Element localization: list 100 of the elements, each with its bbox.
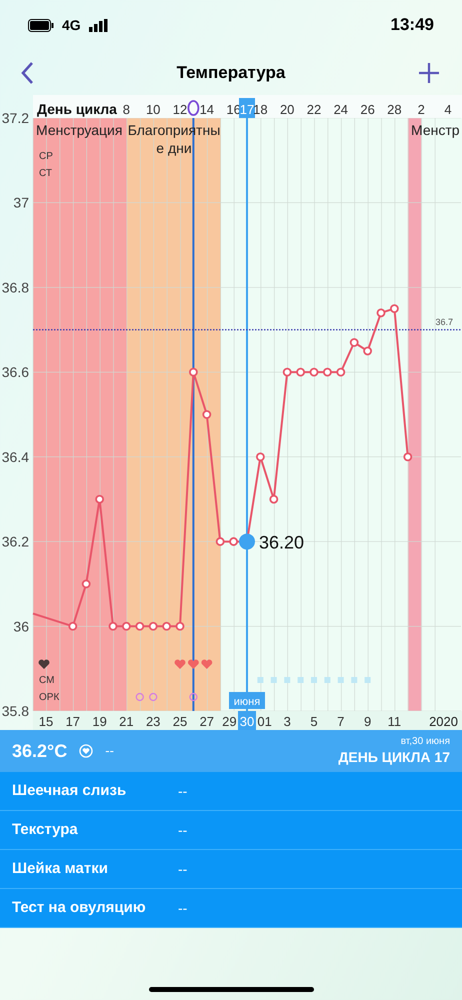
temperature-point xyxy=(350,338,359,347)
selected-reading: 36.20 xyxy=(259,532,304,553)
date-label: 29 xyxy=(222,714,237,729)
y-tick-label: 36 xyxy=(13,618,29,634)
detail-row[interactable]: Шейка матки -- xyxy=(0,850,462,889)
date-label: 5 xyxy=(310,714,318,729)
y-tick-label: 37.2 xyxy=(2,110,29,126)
temperature-point xyxy=(376,308,386,318)
detail-row[interactable]: Текстура -- xyxy=(0,811,462,850)
note-value: -- xyxy=(105,742,114,760)
date-label: 3 xyxy=(284,714,291,729)
signal-icon xyxy=(88,18,109,32)
temperature-point xyxy=(323,368,332,377)
temperature-point xyxy=(216,537,225,546)
cycle-day-label: 2 xyxy=(418,102,425,117)
temperature-point xyxy=(282,368,292,377)
heart-icon xyxy=(38,660,50,669)
axis-title: День цикла xyxy=(37,101,117,117)
date-label: 7 xyxy=(337,714,344,729)
battery-icon xyxy=(28,18,54,32)
temperature-point xyxy=(336,368,346,377)
temperature-point xyxy=(269,494,278,504)
temperature-point xyxy=(390,304,399,313)
row-title: Шейка матки xyxy=(12,858,109,879)
mucus-icon xyxy=(351,677,358,683)
band-label: Менструация xyxy=(36,122,122,138)
cycle-day-label: 8 xyxy=(122,102,130,117)
date-label: 11 xyxy=(388,714,402,729)
temperature-point xyxy=(296,368,305,377)
cycle-day-label: 4 xyxy=(444,102,452,117)
y-tick-label: 35.8 xyxy=(2,703,29,719)
cycle-day-label: 12 xyxy=(172,102,188,117)
mucus-icon xyxy=(298,677,304,683)
temperature-point xyxy=(189,368,198,377)
temperature-point xyxy=(403,452,412,462)
cycle-day-label: 17 xyxy=(240,102,254,117)
date-label: 30 xyxy=(240,714,254,729)
date-label: 01 xyxy=(257,714,272,729)
date-text: вт,30 июня xyxy=(400,736,450,748)
cycle-day-label: 22 xyxy=(306,102,322,117)
date-label: 23 xyxy=(146,714,160,729)
cycle-day-label: 26 xyxy=(360,102,375,117)
clock: 13:49 xyxy=(390,14,434,36)
temperature-point xyxy=(95,494,104,504)
detail-row[interactable]: Шеечная слизь -- xyxy=(0,772,462,811)
cycle-day-label: 10 xyxy=(146,102,160,117)
y-tick-label: 36.2 xyxy=(2,534,29,550)
temperature-point xyxy=(310,368,318,377)
temperature-point xyxy=(82,580,91,588)
cycle-day-label: 28 xyxy=(387,102,402,117)
row-label: СТ xyxy=(39,168,52,179)
plus-icon xyxy=(418,62,440,84)
cycle-day-label: 24 xyxy=(334,102,348,117)
temperature-point xyxy=(108,622,118,631)
selected-point xyxy=(239,534,255,550)
heart-icon xyxy=(188,660,199,669)
band-label: Менстр xyxy=(411,122,460,138)
y-tick-label: 36.4 xyxy=(2,448,29,465)
date-label: 19 xyxy=(92,714,107,729)
temperature-point xyxy=(68,622,78,631)
temperature-point xyxy=(135,622,144,631)
coverline-label: 36.7 xyxy=(435,316,453,327)
heart-icon xyxy=(174,660,186,669)
y-tick-label: 37 xyxy=(13,194,29,211)
date-label: 9 xyxy=(364,714,372,729)
mucus-icon xyxy=(311,677,317,683)
temperature-point xyxy=(176,622,184,631)
row-title: Текстура xyxy=(12,820,79,840)
row-title: Шеечная слизь xyxy=(12,780,128,801)
temperature-value: 36.2°C xyxy=(12,740,68,762)
row-value: -- xyxy=(178,898,188,918)
row-value: -- xyxy=(178,820,188,840)
mucus-icon xyxy=(364,677,371,683)
cycle-day-label: 20 xyxy=(280,102,294,117)
temperature-point xyxy=(256,452,265,462)
row-value: -- xyxy=(178,782,188,800)
network-label: 4G xyxy=(62,16,81,34)
detail-row[interactable]: Тест на овуляцию -- xyxy=(0,889,462,928)
row-title: Тест на овуляцию xyxy=(12,898,147,918)
date-label: 17 xyxy=(66,714,80,729)
temperature-point xyxy=(229,537,238,546)
row-value: -- xyxy=(178,860,188,878)
row-label: СМ xyxy=(39,675,54,686)
date-label: 27 xyxy=(200,714,214,729)
cycle-day-label: 14 xyxy=(200,102,214,117)
temperature-point xyxy=(202,410,212,419)
heart-icon xyxy=(201,660,212,669)
date-label: 15 xyxy=(38,714,54,729)
mucus-icon xyxy=(284,677,290,683)
cycle-day-text: ДЕНЬ ЦИКЛА 17 xyxy=(338,748,450,766)
row-label: СР xyxy=(39,151,53,162)
temperature-point xyxy=(148,622,158,631)
date-label: 21 xyxy=(119,714,134,729)
back-icon xyxy=(20,60,34,84)
test-icon xyxy=(189,692,198,702)
temperature-point xyxy=(363,346,372,356)
y-tick-label: 36.8 xyxy=(2,279,29,296)
y-tick-label: 36.6 xyxy=(2,364,29,380)
date-label: 25 xyxy=(172,714,188,729)
row-label: ОРК xyxy=(39,692,60,703)
